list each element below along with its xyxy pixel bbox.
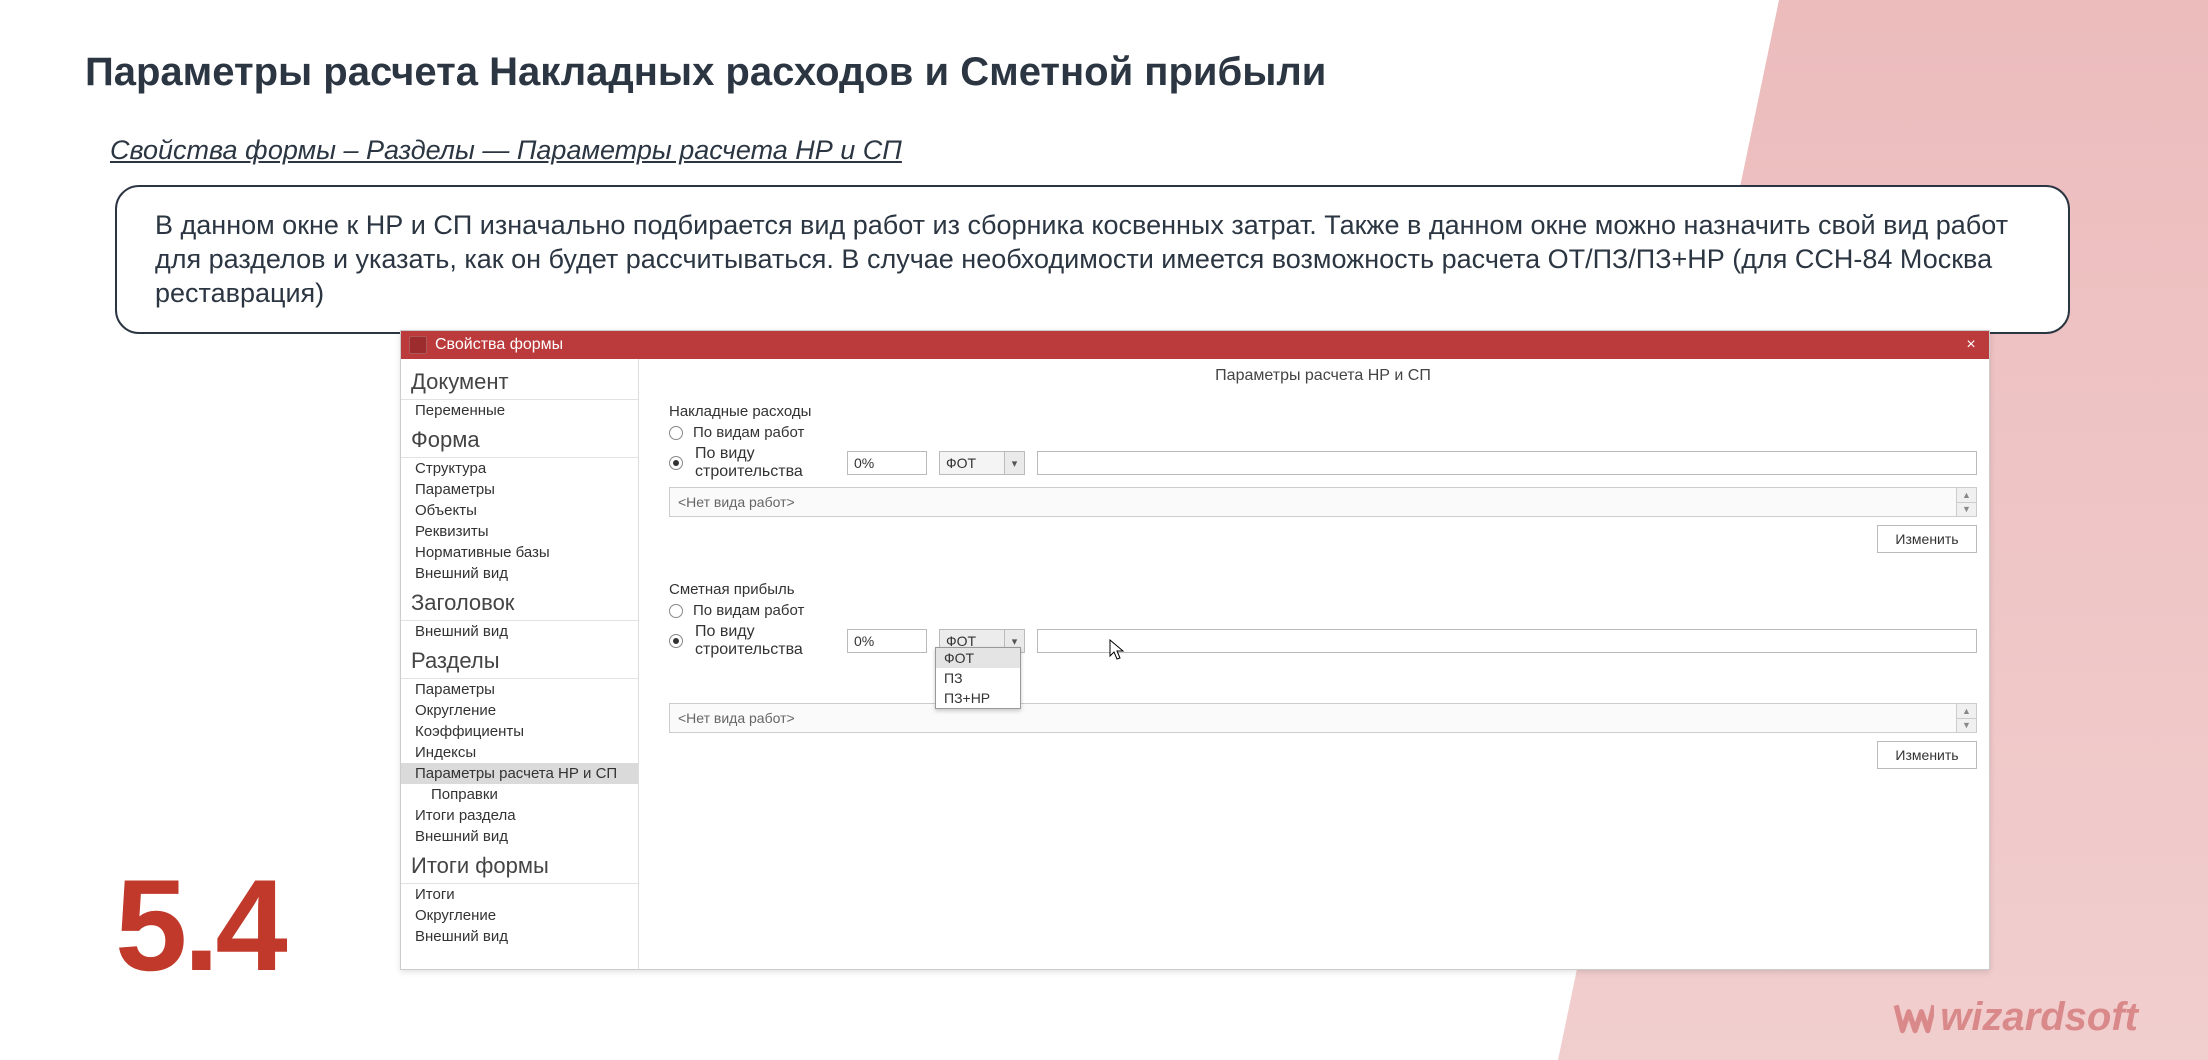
sp-percent-input[interactable]: 0% [847,629,927,653]
sp-group-label: Сметная прибыль [669,581,1977,598]
nr-radio-by-work-type[interactable] [669,426,683,440]
sp-spin-down-icon[interactable]: ▼ [1957,718,1976,733]
nr-description-input[interactable] [1037,451,1977,475]
sidebar-item[interactable]: Переменные [401,400,638,421]
sidebar-item[interactable]: Внешний вид [401,826,638,847]
sp-radio-by-work-type[interactable] [669,604,683,618]
description-text: В данном окне к НР и СП изначально подби… [155,210,2008,308]
sidebar-group-title: Заголовок [401,584,638,621]
nr-change-button[interactable]: Изменить [1877,525,1977,553]
nr-spin-up-icon[interactable]: ▲ [1957,488,1976,502]
sidebar-item[interactable]: Округление [401,905,638,926]
sidebar: ДокументПеременныеФормаСтруктураПараметр… [401,359,639,969]
chevron-down-icon[interactable]: ▾ [1004,452,1024,474]
sidebar-item[interactable]: Внешний вид [401,926,638,947]
sp-radio-by-construction-type[interactable] [669,634,683,648]
sp-base-dropdown[interactable]: ФОТПЗПЗ+НР [935,647,1021,709]
nr-radio1-label: По видам работ [693,424,804,441]
dropdown-option[interactable]: ФОТ [936,648,1020,668]
nr-work-type-list[interactable]: <Нет вида работ> ▲ ▼ [669,487,1977,517]
sidebar-item[interactable]: Объекты [401,500,638,521]
nr-radio2-label: По виду строительства [695,445,835,481]
sp-change-button[interactable]: Изменить [1877,741,1977,769]
sidebar-item[interactable]: Индексы [401,742,638,763]
sidebar-item[interactable]: Итоги [401,884,638,905]
sidebar-item[interactable]: Коэффициенты [401,721,638,742]
sidebar-group-title: Документ [401,363,638,400]
sidebar-item[interactable]: Итоги раздела [401,805,638,826]
main-title: Параметры расчета НР и СП [669,367,1977,385]
app-window: Свойства формы × ДокументПеременныеФорма… [400,330,1990,970]
nr-percent-input[interactable]: 0% [847,451,927,475]
window-title: Свойства формы [435,336,563,354]
app-icon [409,336,427,354]
nr-base-select[interactable]: ФОТ ▾ [939,451,1025,475]
brand-logo: wizardsoft [1892,995,2138,1040]
page-title: Параметры расчета Накладных расходов и С… [85,50,1326,95]
sidebar-item[interactable]: Параметры [401,479,638,500]
breadcrumb: Свойства формы – Разделы — Параметры рас… [110,135,902,166]
cursor-icon [1109,639,1125,661]
sidebar-item[interactable]: Параметры [401,679,638,700]
sidebar-item[interactable]: Параметры расчета НР и СП [401,763,638,784]
main-panel: Параметры расчета НР и СП Накладные расх… [639,359,1989,969]
sidebar-item[interactable]: Нормативные базы [401,542,638,563]
section-number: 5.4 [115,850,284,1000]
sidebar-item[interactable]: Реквизиты [401,521,638,542]
dropdown-option[interactable]: ПЗ+НР [936,688,1020,708]
sidebar-group-title: Разделы [401,642,638,679]
sidebar-item[interactable]: Внешний вид [401,621,638,642]
sidebar-group-title: Форма [401,421,638,458]
sidebar-item[interactable]: Внешний вид [401,563,638,584]
close-icon[interactable]: × [1961,336,1981,354]
sp-work-type-list[interactable]: <Нет вида работ> ▲ ▼ [669,703,1977,733]
sp-spin-up-icon[interactable]: ▲ [1957,704,1976,718]
brand-icon [1892,997,1934,1039]
sidebar-item[interactable]: Округление [401,700,638,721]
nr-group-label: Накладные расходы [669,403,1977,420]
nr-spin-down-icon[interactable]: ▼ [1957,502,1976,517]
brand-text: wizardsoft [1940,995,2138,1040]
description-box: В данном окне к НР и СП изначально подби… [115,185,2070,334]
nr-radio-by-construction-type[interactable] [669,456,683,470]
sidebar-group-title: Итоги формы [401,847,638,884]
sp-radio1-label: По видам работ [693,602,804,619]
dropdown-option[interactable]: ПЗ [936,668,1020,688]
window-titlebar: Свойства формы × [401,331,1989,359]
sidebar-item[interactable]: Поправки [401,784,638,805]
sp-description-input[interactable] [1037,629,1977,653]
sidebar-item[interactable]: Структура [401,458,638,479]
sp-radio2-label: По виду строительства [695,623,835,659]
